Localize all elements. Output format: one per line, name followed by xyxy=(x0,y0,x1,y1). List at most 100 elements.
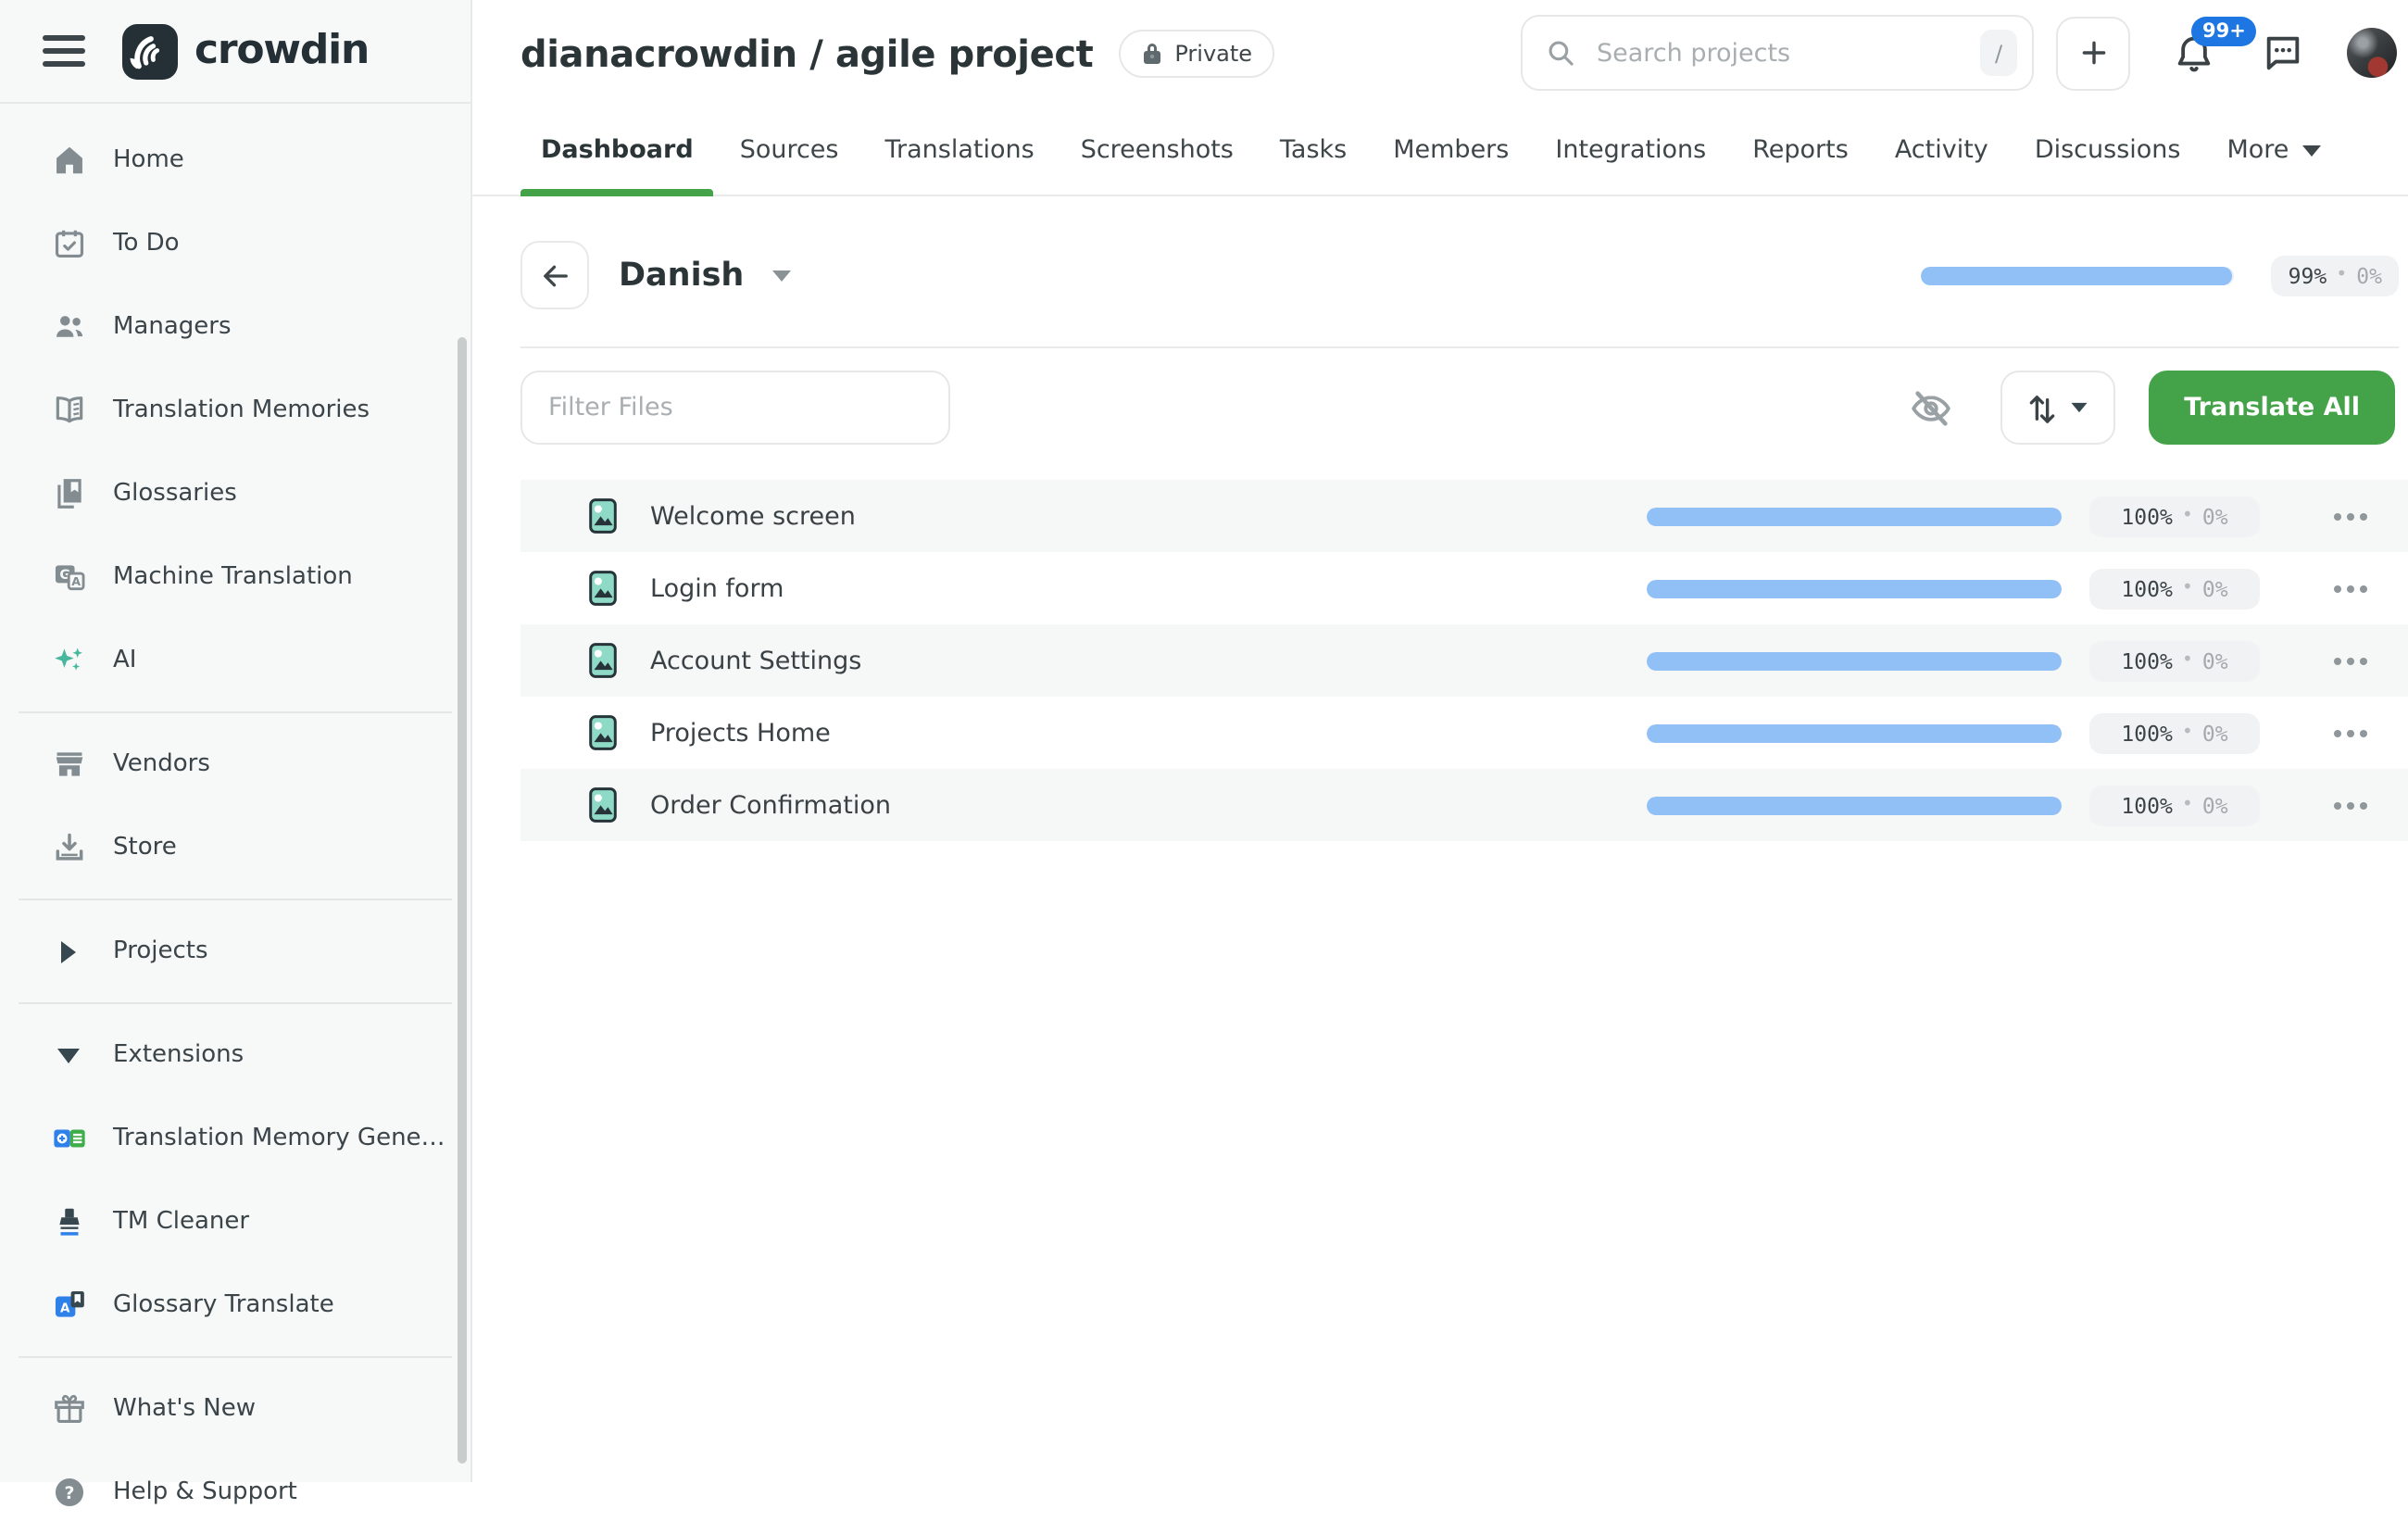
sidebar-item-translation-memories[interactable]: Translation Memories xyxy=(0,369,470,452)
file-row[interactable]: Order Confirmation 100% • 0% xyxy=(520,769,2408,841)
approved-percent: 0% xyxy=(2202,648,2228,673)
crowdin-logo[interactable]: crowdin xyxy=(122,23,369,79)
top-bar: dianacrowdin / agile project Private / 9… xyxy=(472,0,2408,106)
file-row[interactable]: Welcome screen 100% • 0% xyxy=(520,480,2408,552)
file-name[interactable]: Order Confirmation xyxy=(650,790,1647,820)
sidebar-item-tm-generator[interactable]: Translation Memory Gene… xyxy=(0,1097,470,1180)
lock-icon xyxy=(1141,40,1163,66)
svg-text:A: A xyxy=(59,1301,69,1315)
tab-label: Tasks xyxy=(1280,135,1347,165)
ai-icon xyxy=(50,643,87,678)
file-menu-button[interactable] xyxy=(2334,512,2367,520)
translated-percent: 99% xyxy=(2289,262,2327,288)
language-name: Danish xyxy=(619,257,744,294)
tab-label: Integrations xyxy=(1555,135,1706,165)
sidebar-item-label: Glossaries xyxy=(113,480,237,508)
approved-percent: 0% xyxy=(2202,575,2228,601)
file-menu-button[interactable] xyxy=(2334,657,2367,664)
sidebar-item-home[interactable]: Home xyxy=(0,119,470,202)
file-menu-button[interactable] xyxy=(2334,729,2367,736)
translated-percent: 100% xyxy=(2121,720,2172,746)
crowdin-logo-mark-icon xyxy=(122,23,178,79)
percent-separator: • xyxy=(2336,265,2347,285)
file-name[interactable]: Account Settings xyxy=(650,646,1647,675)
tab-more[interactable]: More xyxy=(2206,106,2340,195)
search-input[interactable] xyxy=(1593,36,1980,69)
percent-separator: • xyxy=(2182,578,2193,598)
glossaries-icon xyxy=(50,476,87,511)
files-toolbar: Translate All xyxy=(472,371,2408,445)
percent-separator: • xyxy=(2182,723,2193,743)
file-row[interactable]: Projects Home 100% • 0% xyxy=(520,697,2408,769)
language-selector[interactable]: Danish xyxy=(619,257,790,294)
sidebar-item-projects[interactable]: Projects xyxy=(0,910,470,993)
file-list: Welcome screen 100% • 0% Login form 100%… xyxy=(520,480,2408,841)
tab-label: Reports xyxy=(1752,135,1849,165)
sidebar-divider xyxy=(19,1002,452,1004)
filter-files-input[interactable] xyxy=(520,371,950,445)
svg-text:?: ? xyxy=(63,1483,73,1503)
tab-discussions[interactable]: Discussions xyxy=(2014,106,2201,195)
percent-separator: • xyxy=(2182,650,2193,671)
language-header-row: Danish 99% • 0% xyxy=(472,241,2408,309)
sidebar-item-vendors[interactable]: Vendors xyxy=(0,723,470,806)
file-name[interactable]: Projects Home xyxy=(650,718,1647,748)
tab-label: Discussions xyxy=(2035,135,2181,165)
file-progress-badge: 100% • 0% xyxy=(2089,568,2260,609)
notifications-button[interactable]: 99+ xyxy=(2173,31,2215,75)
file-menu-button[interactable] xyxy=(2334,801,2367,809)
private-badge-label: Private xyxy=(1174,40,1252,66)
todo-icon xyxy=(50,226,87,261)
user-avatar[interactable] xyxy=(2347,28,2397,78)
translate-all-button[interactable]: Translate All xyxy=(2149,371,2395,445)
sidebar-item-whats-new[interactable]: What's New xyxy=(0,1367,470,1451)
sidebar-item-ai[interactable]: AI xyxy=(0,619,470,702)
translation-memories-icon xyxy=(50,393,87,428)
sort-button[interactable] xyxy=(2000,371,2115,445)
tab-label: Screenshots xyxy=(1081,135,1234,165)
file-progress-badge: 100% • 0% xyxy=(2089,496,2260,536)
sidebar-item-tm-cleaner[interactable]: TM Cleaner xyxy=(0,1180,470,1264)
hide-completed-button[interactable] xyxy=(1910,386,1952,429)
tab-tasks[interactable]: Tasks xyxy=(1260,106,1367,195)
sidebar-item-managers[interactable]: Managers xyxy=(0,285,470,369)
sidebar-scrollbar[interactable] xyxy=(458,337,467,1464)
file-progress-bar xyxy=(1647,507,2062,525)
sidebar-item-machine-translation[interactable]: GA Machine Translation xyxy=(0,535,470,619)
messages-button[interactable] xyxy=(2262,31,2304,74)
tab-label: Activity xyxy=(1895,135,1988,165)
sidebar-item-extensions[interactable]: Extensions xyxy=(0,1013,470,1097)
tab-screenshots[interactable]: Screenshots xyxy=(1060,106,1254,195)
sidebar-item-glossary-translate[interactable]: A Glossary Translate xyxy=(0,1264,470,1347)
tab-activity[interactable]: Activity xyxy=(1875,106,2009,195)
file-name[interactable]: Login form xyxy=(650,573,1647,603)
file-progress-badge: 100% • 0% xyxy=(2089,785,2260,825)
back-button[interactable] xyxy=(520,241,589,309)
file-row[interactable]: Login form 100% • 0% xyxy=(520,552,2408,624)
sidebar-item-store[interactable]: Store xyxy=(0,806,470,889)
tab-sources[interactable]: Sources xyxy=(720,106,859,195)
file-name[interactable]: Welcome screen xyxy=(650,501,1647,531)
sidebar-item-label: AI xyxy=(113,647,136,674)
sidebar-item-label: Help & Support xyxy=(113,1478,297,1506)
chevron-down-icon xyxy=(2301,144,2320,157)
sidebar-header: crowdin xyxy=(0,0,470,104)
sidebar-item-label: Home xyxy=(113,146,184,174)
help-icon: ? xyxy=(50,1475,87,1510)
sidebar-item-help-support[interactable]: ? Help & Support xyxy=(0,1451,470,1534)
hamburger-menu-icon[interactable] xyxy=(43,35,85,67)
tab-translations[interactable]: Translations xyxy=(865,106,1055,195)
create-project-button[interactable] xyxy=(2056,16,2130,90)
sidebar-item-todo[interactable]: To Do xyxy=(0,202,470,285)
tab-members[interactable]: Members xyxy=(1373,106,1529,195)
tab-reports[interactable]: Reports xyxy=(1732,106,1869,195)
file-menu-button[interactable] xyxy=(2334,585,2367,592)
approved-percent: 0% xyxy=(2202,503,2228,529)
tab-integrations[interactable]: Integrations xyxy=(1535,106,1726,195)
sidebar-item-glossaries[interactable]: Glossaries xyxy=(0,452,470,535)
tab-label: Dashboard xyxy=(541,135,694,165)
file-row[interactable]: Account Settings 100% • 0% xyxy=(520,624,2408,697)
tab-dashboard[interactable]: Dashboard xyxy=(520,106,714,195)
file-progress-badge: 100% • 0% xyxy=(2089,640,2260,681)
plus-icon xyxy=(2077,37,2109,69)
